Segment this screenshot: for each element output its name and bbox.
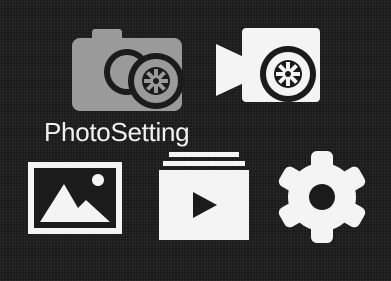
gallery-menu-item[interactable] xyxy=(26,160,124,236)
picture-icon xyxy=(28,162,122,234)
photo-setting-menu-item[interactable] xyxy=(70,27,188,113)
setup-menu-item[interactable] xyxy=(276,148,368,246)
menu-screen: PhotoSetting xyxy=(0,0,391,281)
video-camera-gear-icon xyxy=(216,28,320,102)
playback-menu-item[interactable] xyxy=(155,150,251,242)
playback-stack-icon xyxy=(159,152,249,240)
selected-item-label: PhotoSetting xyxy=(44,117,190,147)
camera-gear-icon xyxy=(72,29,184,111)
settings-gear-icon xyxy=(278,151,366,243)
video-setting-menu-item[interactable] xyxy=(212,22,324,110)
